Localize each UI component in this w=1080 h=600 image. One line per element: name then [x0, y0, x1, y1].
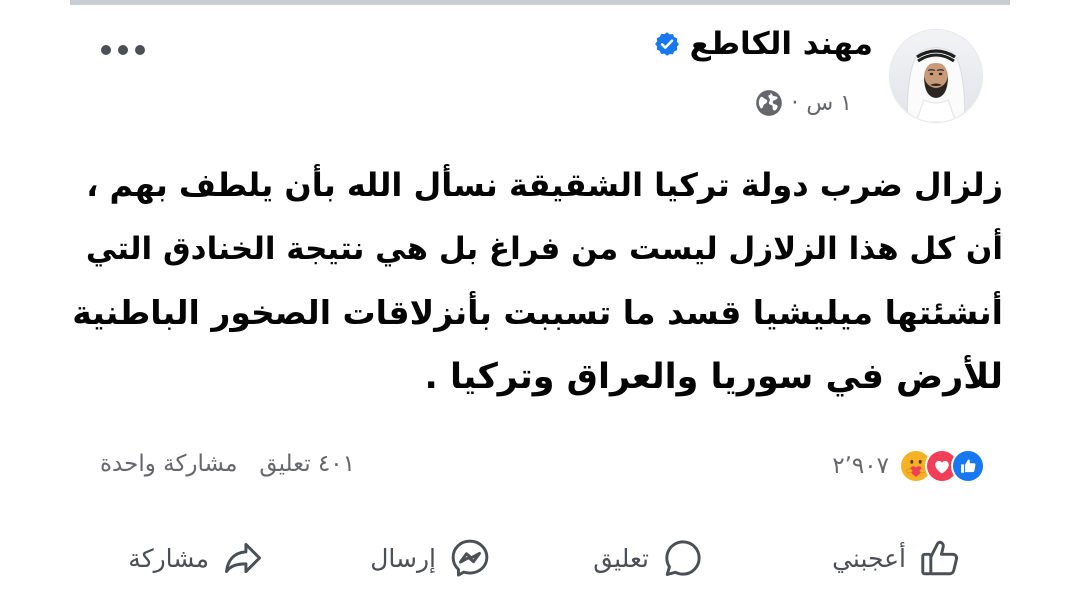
- meta-separator: ·: [791, 90, 799, 116]
- send-button[interactable]: إرسال: [370, 533, 492, 583]
- engagement-counts: ٤٠١ تعليق مشاركة واحدة: [100, 451, 355, 477]
- reaction-count[interactable]: ٢٬٩٠٧: [832, 453, 889, 479]
- globe-icon: [755, 89, 783, 117]
- verified-badge-icon: [654, 31, 680, 57]
- post-timestamp[interactable]: ١ س: [806, 91, 852, 116]
- comment-icon: [661, 536, 705, 580]
- share-button[interactable]: مشاركة: [128, 533, 265, 583]
- more-options-button[interactable]: [92, 38, 154, 62]
- comment-label: تعليق: [593, 543, 649, 573]
- post-text-line: أن كل هذا الزلازل ليست من فراغ بل هي نتي…: [85, 231, 1003, 267]
- like-button[interactable]: أعجبني: [832, 533, 962, 583]
- share-icon: [221, 536, 265, 580]
- like-label: أعجبني: [832, 543, 906, 573]
- post-text-line: أنشئتها ميليشيا قسد ما تسببت بأنزلاقات ا…: [72, 293, 1003, 332]
- like-reaction-icon: [951, 449, 985, 483]
- author-header: مهند الكاطع: [654, 26, 873, 62]
- post-meta: ١ س ·: [755, 89, 852, 117]
- avatar-photo: [890, 30, 982, 122]
- more-options-icon: [118, 45, 128, 55]
- author-avatar[interactable]: [890, 30, 982, 122]
- top-divider: [70, 0, 1010, 5]
- thumbs-up-icon: [918, 536, 962, 580]
- author-name[interactable]: مهند الكاطع: [690, 26, 873, 62]
- share-label: مشاركة: [128, 543, 209, 573]
- more-options-icon: [135, 45, 145, 55]
- post-body: زلزال ضرب دولة تركيا الشقيقة نسأل الله ب…: [63, 153, 1003, 409]
- comment-button[interactable]: تعليق: [593, 533, 705, 583]
- share-count[interactable]: مشاركة واحدة: [100, 451, 237, 477]
- more-options-icon: [101, 45, 111, 55]
- post-text-line: زلزال ضرب دولة تركيا الشقيقة نسأل الله ب…: [86, 166, 1003, 204]
- post-text-line: للأرض في سوريا والعراق وتركيا .: [424, 357, 1003, 397]
- send-label: إرسال: [370, 543, 436, 573]
- reactions-summary[interactable]: ٢٬٩٠٧: [832, 449, 985, 483]
- messenger-icon: [448, 536, 492, 580]
- comment-count[interactable]: ٤٠١ تعليق: [259, 451, 355, 477]
